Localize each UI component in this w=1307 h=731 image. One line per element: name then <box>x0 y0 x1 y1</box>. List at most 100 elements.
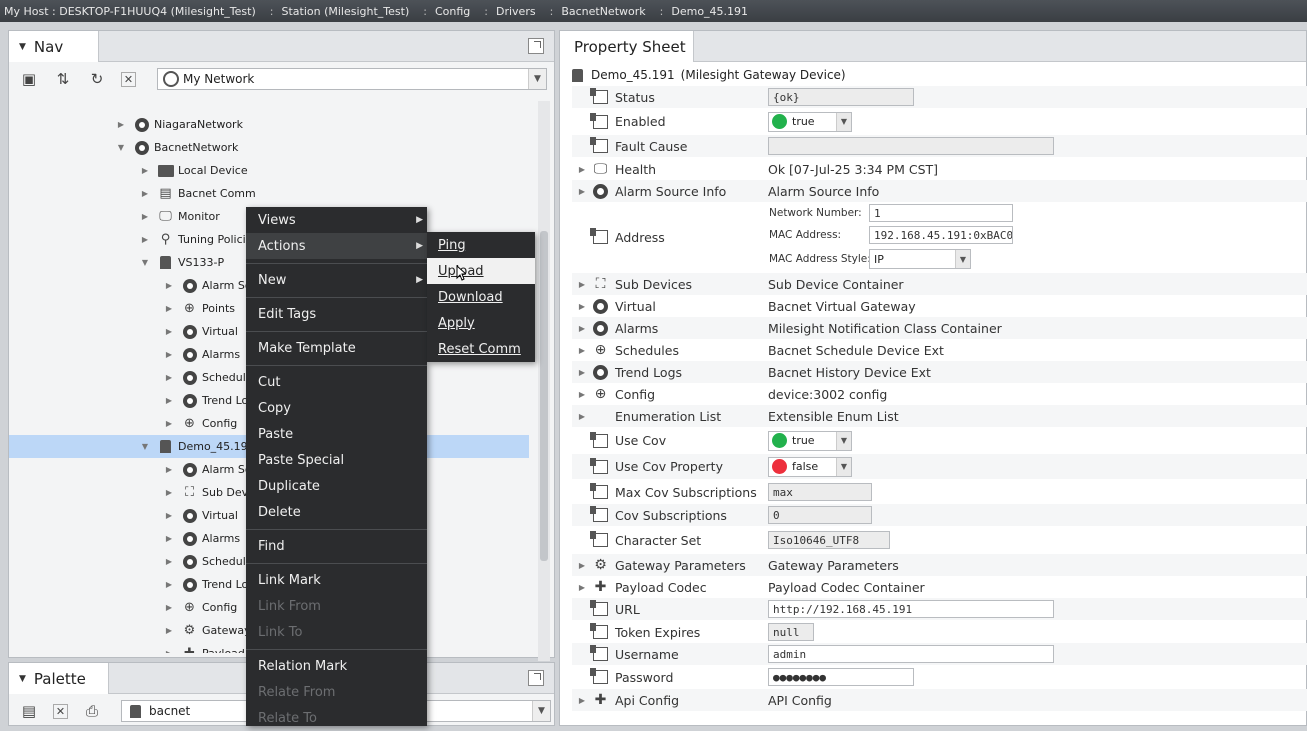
expand-toggle-icon[interactable]: ▶ <box>163 465 175 474</box>
expand-toggle-icon[interactable]: ▼ <box>139 442 151 451</box>
collapse-triangle-icon[interactable]: ▼ <box>19 42 26 52</box>
breadcrumb-bacnetnetwork[interactable]: : BacnetNetwork <box>546 5 656 18</box>
expand-toggle-icon[interactable]: ▶ <box>572 346 592 355</box>
expand-toggle-icon[interactable]: ▶ <box>163 373 175 382</box>
boolean-dropdown[interactable]: true ▼ <box>768 111 852 132</box>
menu-item-link-mark[interactable]: Link Mark <box>246 567 427 593</box>
mac-address-field[interactable]: 192.168.45.191:0xBAC0 <box>869 226 1013 244</box>
expand-toggle-icon[interactable]: ▶ <box>139 212 151 221</box>
submenu-item-ping[interactable]: Ping <box>427 232 535 258</box>
expand-toggle-icon[interactable]: ▶ <box>572 412 592 421</box>
expand-toggle-icon[interactable]: ▼ <box>139 258 151 267</box>
expand-toggle-icon[interactable]: ▶ <box>163 327 175 336</box>
property-value-field[interactable]: http://192.168.45.191 <box>768 600 1054 618</box>
close-icon[interactable]: ✕ <box>53 703 68 719</box>
expand-toggle-icon[interactable]: ▶ <box>115 120 127 129</box>
expand-toggle-icon[interactable]: ▶ <box>139 189 151 198</box>
palette-tab[interactable]: ▼ Palette <box>9 663 109 694</box>
menu-item-actions[interactable]: Actions ▶ <box>246 233 427 259</box>
expand-toggle-icon[interactable]: ▶ <box>163 580 175 589</box>
property-sheet-tab[interactable]: Property Sheet <box>560 31 694 62</box>
menu-item-delete[interactable]: Delete <box>246 499 427 525</box>
menu-item-views[interactable]: Views ▶ <box>246 207 427 233</box>
property-value-field[interactable]: admin <box>768 645 1054 663</box>
sync-arrows-icon[interactable]: ⇅ <box>53 69 73 89</box>
expand-toggle-icon[interactable]: ▶ <box>163 511 175 520</box>
open-folder-icon[interactable]: ▤ <box>19 701 39 721</box>
expand-toggle-icon[interactable]: ▶ <box>163 304 175 313</box>
breadcrumb-device[interactable]: : Demo_45.191 <box>656 5 758 18</box>
expand-toggle-icon[interactable]: ▶ <box>163 626 175 635</box>
refresh-icon[interactable]: ↻ <box>87 69 107 89</box>
breadcrumb-drivers[interactable]: : Drivers <box>480 5 545 18</box>
menu-item-paste[interactable]: Paste <box>246 421 427 447</box>
expand-toggle-icon[interactable]: ▶ <box>163 488 175 497</box>
chevron-down-icon[interactable]: ▼ <box>836 112 851 131</box>
chevron-down-icon[interactable]: ▼ <box>528 69 546 89</box>
menu-item-duplicate[interactable]: Duplicate <box>246 473 427 499</box>
expand-toggle-icon[interactable]: ▶ <box>163 557 175 566</box>
menu-item-new[interactable]: New ▶ <box>246 267 427 293</box>
menu-item-make-template[interactable]: Make Template <box>246 335 427 361</box>
maximize-icon[interactable] <box>528 38 544 54</box>
expand-toggle-icon[interactable]: ▼ <box>115 143 127 152</box>
expand-toggle-icon[interactable]: ▶ <box>572 187 592 196</box>
property-value-field[interactable] <box>768 137 1054 155</box>
tree-node[interactable]: ▼ BacnetNetwork <box>9 136 529 159</box>
expand-toggle-icon[interactable]: ▶ <box>163 534 175 543</box>
palette-find-icon[interactable]: ⎙ <box>82 701 102 721</box>
maximize-icon[interactable] <box>528 670 544 686</box>
expand-toggle-icon[interactable]: ▶ <box>139 235 151 244</box>
menu-item-cut[interactable]: Cut <box>246 369 427 395</box>
chevron-down-icon[interactable]: ▼ <box>836 457 851 476</box>
chevron-down-icon[interactable]: ▼ <box>532 701 550 721</box>
network-combo[interactable]: My Network ▼ <box>157 68 547 90</box>
mac-address-style-dropdown[interactable]: IP ▼ <box>869 249 971 269</box>
expand-toggle-icon[interactable]: ▶ <box>163 396 175 405</box>
property-value-field[interactable]: max <box>768 483 872 501</box>
close-icon[interactable]: ✕ <box>121 71 136 87</box>
nav-tree-scrollbar[interactable] <box>538 101 550 661</box>
expand-toggle-icon[interactable]: ▶ <box>163 603 175 612</box>
menu-item-paste-special[interactable]: Paste Special <box>246 447 427 473</box>
expand-toggle-icon[interactable]: ▶ <box>572 561 592 570</box>
breadcrumb-station[interactable]: : Station (Milesight_Test) <box>266 5 420 18</box>
expand-toggle-icon[interactable]: ▶ <box>572 368 592 377</box>
submenu-item-apply[interactable]: Apply <box>427 310 535 336</box>
expand-toggle-icon[interactable]: ▶ <box>163 281 175 290</box>
breadcrumb-host[interactable]: My Host : DESKTOP-F1HUUQ4 (Milesight_Tes… <box>0 5 266 18</box>
menu-item-relation-mark[interactable]: Relation Mark <box>246 653 427 679</box>
network-number-field[interactable]: 1 <box>869 204 1013 222</box>
expand-toggle-icon[interactable]: ▶ <box>572 324 592 333</box>
expand-toggle-icon[interactable]: ▶ <box>163 419 175 428</box>
expand-toggle-icon[interactable]: ▶ <box>572 390 592 399</box>
breadcrumb-config[interactable]: : Config <box>419 5 480 18</box>
expand-toggle-icon[interactable]: ▶ <box>139 166 151 175</box>
property-value-field[interactable]: {ok} <box>768 88 914 106</box>
expand-toggle-icon[interactable]: ▶ <box>572 165 592 174</box>
scrollbar-thumb[interactable] <box>540 231 548 561</box>
submenu-item-reset-comm[interactable]: Reset Comm <box>427 336 535 362</box>
expand-toggle-icon[interactable]: ▶ <box>572 302 592 311</box>
property-value-field[interactable]: 0 <box>768 506 872 524</box>
chevron-down-icon[interactable]: ▼ <box>836 431 851 450</box>
expand-toggle-icon[interactable]: ▶ <box>163 350 175 359</box>
property-value-field[interactable]: null <box>768 623 814 641</box>
menu-item-edit-tags[interactable]: Edit Tags <box>246 301 427 327</box>
collapse-triangle-icon[interactable]: ▼ <box>19 674 26 684</box>
expand-toggle-icon[interactable]: ▶ <box>572 583 592 592</box>
boolean-dropdown[interactable]: true ▼ <box>768 430 852 451</box>
nav-tab[interactable]: ▼ Nav <box>9 31 99 62</box>
property-value-field[interactable]: Iso10646_UTF8 <box>768 531 890 549</box>
new-folder-icon[interactable]: ▣ <box>19 69 39 89</box>
expand-toggle-icon[interactable]: ▶ <box>163 649 175 653</box>
tree-node[interactable]: ▶ Local Device <box>9 159 529 182</box>
tree-node[interactable]: ▶ NiagaraNetwork <box>9 113 529 136</box>
menu-item-copy[interactable]: Copy <box>246 395 427 421</box>
property-value-field[interactable]: ●●●●●●●● <box>768 668 914 686</box>
submenu-item-upload[interactable]: Upload <box>427 258 535 284</box>
boolean-dropdown[interactable]: false ▼ <box>768 456 852 477</box>
menu-item-find[interactable]: Find <box>246 533 427 559</box>
chevron-down-icon[interactable]: ▼ <box>955 250 970 268</box>
submenu-item-download[interactable]: Download <box>427 284 535 310</box>
